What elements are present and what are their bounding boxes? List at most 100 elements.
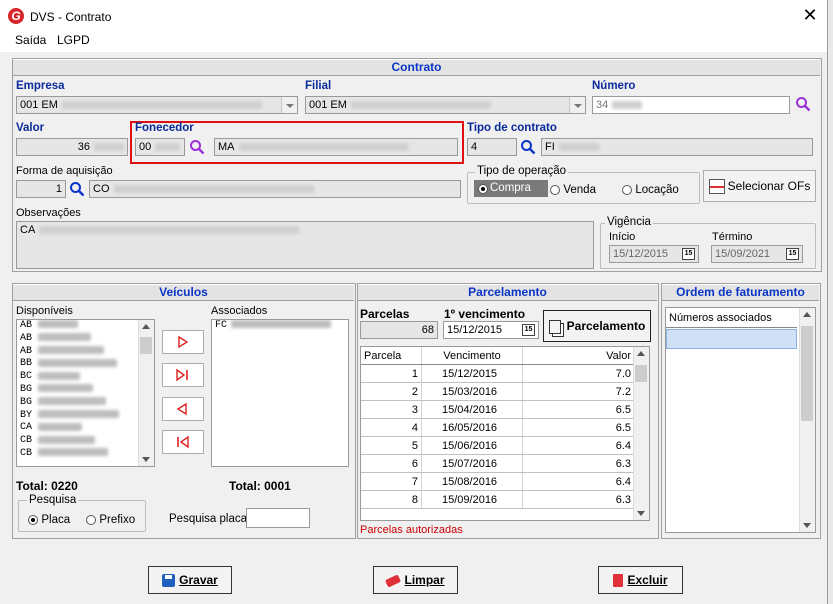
list-item[interactable]: AB xyxy=(17,333,154,346)
radio-venda-dot[interactable] xyxy=(550,184,560,195)
scroll-thumb[interactable] xyxy=(635,365,647,382)
ordem-faturamento-list[interactable]: Números associados xyxy=(665,307,816,533)
list-item[interactable]: FC xyxy=(212,320,348,333)
parcelamento-button-label: Parcelamento xyxy=(566,319,646,333)
forma-aquisicao-code-field[interactable]: 1 xyxy=(16,180,66,198)
menu-saida[interactable]: Saída xyxy=(15,33,46,47)
table-row[interactable]: 8 15/09/2016 6.3 xyxy=(361,490,635,509)
pesquisa-placa-input[interactable] xyxy=(246,508,310,528)
scroll-up-icon[interactable] xyxy=(803,312,811,317)
numeros-associados-header[interactable]: Números associados xyxy=(666,308,797,328)
search-numero-icon[interactable] xyxy=(795,96,811,112)
disponiveis-list[interactable]: AB AB AB BB BC BG BG BY CA CB CB xyxy=(16,319,155,467)
list-item[interactable]: BG xyxy=(17,397,154,410)
column-valor[interactable]: Valor xyxy=(522,347,635,365)
list-item[interactable]: AB xyxy=(17,346,154,359)
radio-placa-dot[interactable] xyxy=(28,514,38,525)
table-row[interactable]: 3 15/04/2016 6.5 xyxy=(361,400,635,419)
cell-parcela: 4 xyxy=(361,418,422,437)
list-item[interactable]: CB xyxy=(17,448,154,461)
cell-parcela: 3 xyxy=(361,400,422,419)
radio-locacao-dot[interactable] xyxy=(622,184,632,195)
numero-field[interactable]: 34 xyxy=(592,96,790,114)
title-bar: G DVS - Contrato ✕ xyxy=(0,0,827,30)
contrato-header: Contrato xyxy=(13,59,820,76)
list-item[interactable]: CA xyxy=(17,422,154,435)
valor-field[interactable]: 36 xyxy=(16,138,128,156)
scroll-up-icon[interactable] xyxy=(142,324,150,329)
add-all-button[interactable] xyxy=(162,363,204,387)
empresa-select[interactable]: 001 EM xyxy=(16,96,298,114)
gravar-label: Gravar xyxy=(179,573,218,587)
scroll-down-icon[interactable] xyxy=(803,523,811,528)
search-forma-aquisicao-icon[interactable] xyxy=(69,181,85,197)
disponiveis-scrollbar[interactable] xyxy=(138,320,154,466)
associado-plate: FC xyxy=(215,320,228,331)
forma-aquisicao-name-field: CO xyxy=(89,180,461,198)
tipo-contrato-code-field[interactable]: 4 xyxy=(467,138,517,156)
scroll-thumb[interactable] xyxy=(801,326,813,421)
parcelas-scrollbar[interactable] xyxy=(633,347,649,520)
observacoes-field[interactable]: CA xyxy=(16,221,594,269)
empresa-label: Empresa xyxy=(16,80,65,92)
table-row[interactable]: 4 16/05/2016 6.5 xyxy=(361,418,635,437)
calendar-icon[interactable]: 15 xyxy=(522,324,535,336)
search-fornecedor-icon[interactable] xyxy=(189,139,205,155)
remove-all-button[interactable] xyxy=(162,430,204,454)
list-item[interactable]: BB xyxy=(17,358,154,371)
arrow-right-end-icon xyxy=(176,368,188,382)
scroll-thumb[interactable] xyxy=(140,337,152,354)
list-item[interactable]: AB xyxy=(17,320,154,333)
associados-list[interactable]: FC xyxy=(211,319,349,467)
radio-placa[interactable]: Placa xyxy=(28,512,70,526)
table-row[interactable]: 2 15/03/2016 7.2 xyxy=(361,382,635,401)
scroll-down-icon[interactable] xyxy=(142,457,150,462)
scroll-down-icon[interactable] xyxy=(637,511,645,516)
radio-compra-dot[interactable] xyxy=(478,184,488,195)
parcelas-field[interactable]: 68 xyxy=(360,321,438,339)
radio-compra[interactable]: Compra xyxy=(474,180,548,197)
calendar-icon[interactable]: 15 xyxy=(682,248,695,260)
search-tipo-contrato-icon[interactable] xyxy=(520,139,536,155)
excluir-button[interactable]: Excluir xyxy=(598,566,683,594)
selecionar-ofs-button[interactable]: Selecionar OFs xyxy=(703,170,816,202)
list-item[interactable] xyxy=(666,329,797,349)
blurred-text xyxy=(38,397,107,406)
list-item[interactable]: BY xyxy=(17,410,154,423)
scroll-up-icon[interactable] xyxy=(637,351,645,356)
radio-locacao[interactable]: Locação xyxy=(622,182,679,196)
arrow-right-icon xyxy=(178,335,189,349)
add-one-button[interactable] xyxy=(162,330,204,354)
pesquisa-placa-label: Pesquisa placa xyxy=(169,513,247,525)
vehicle-plate: BB xyxy=(20,358,33,370)
close-icon[interactable]: ✕ xyxy=(800,5,820,25)
remove-one-button[interactable] xyxy=(162,397,204,421)
parcelamento-button[interactable]: Parcelamento xyxy=(543,310,651,342)
chevron-down-icon[interactable] xyxy=(281,97,297,113)
list-item[interactable]: CB xyxy=(17,435,154,448)
radio-prefixo-dot[interactable] xyxy=(86,514,96,525)
table-row[interactable]: 7 15/08/2016 6.4 xyxy=(361,472,635,491)
menu-lgpd[interactable]: LGPD xyxy=(57,33,90,47)
list-item[interactable]: BG xyxy=(17,384,154,397)
chevron-down-icon[interactable] xyxy=(569,97,585,113)
calendar-icon[interactable]: 15 xyxy=(786,248,799,260)
cell-vencimento: 15/03/2016 xyxy=(421,382,523,401)
list-item[interactable]: BC xyxy=(17,371,154,384)
vehicle-plate: AB xyxy=(20,332,33,344)
ordem-scrollbar[interactable] xyxy=(799,308,815,532)
table-row[interactable]: 6 15/07/2016 6.3 xyxy=(361,454,635,473)
gravar-button[interactable]: Gravar xyxy=(148,566,232,594)
fornecedor-code-field[interactable]: 00 xyxy=(135,138,185,156)
table-row[interactable]: 1 15/12/2015 7.0 xyxy=(361,364,635,383)
parcelas-table[interactable]: Parcela Vencimento Valor 1 15/12/2015 7.0 2… xyxy=(360,346,650,521)
column-vencimento[interactable]: Vencimento xyxy=(421,347,523,365)
table-row[interactable]: 5 15/06/2016 6.4 xyxy=(361,436,635,455)
vigencia-label: Vigência xyxy=(605,216,653,228)
column-parcela[interactable]: Parcela xyxy=(361,347,422,365)
radio-venda[interactable]: Venda xyxy=(550,182,596,196)
cell-valor: 7.2 xyxy=(522,382,635,401)
filial-select[interactable]: 001 EM xyxy=(305,96,586,114)
radio-prefixo[interactable]: Prefixo xyxy=(86,512,135,526)
limpar-button[interactable]: Limpar xyxy=(373,566,458,594)
